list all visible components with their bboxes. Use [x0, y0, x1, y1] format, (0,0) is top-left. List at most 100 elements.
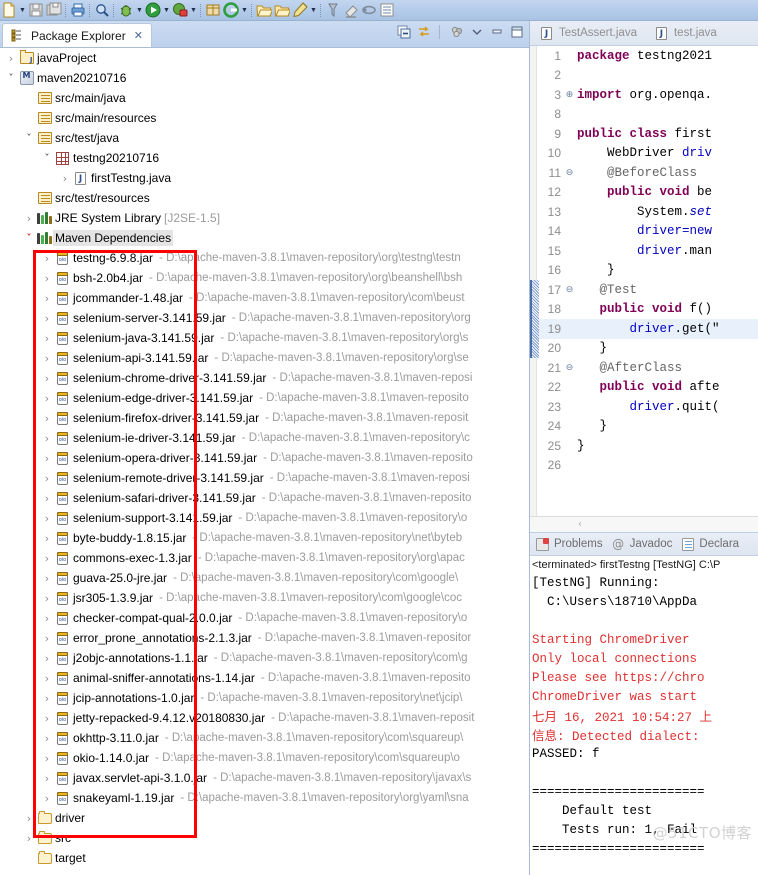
new-file-icon[interactable] [0, 1, 18, 19]
debug-icon[interactable] [117, 1, 135, 19]
console-tab-declara[interactable]: Declara [679, 536, 739, 552]
toolbar-button-run[interactable]: ▼ [144, 0, 171, 21]
chevron-down-icon[interactable]: ˇ [40, 152, 54, 165]
editor-horizontal-scrollbar[interactable]: ‹ [530, 516, 758, 532]
chevron-right-icon[interactable]: › [4, 52, 18, 65]
tree-row[interactable]: ˇ src/test/java [0, 128, 529, 148]
eraser-icon[interactable] [342, 1, 360, 19]
view-menu-icon[interactable] [468, 24, 485, 40]
chevron-right-icon[interactable]: › [40, 312, 54, 325]
chevron-down-icon[interactable]: ▼ [240, 1, 249, 19]
chevron-down-icon[interactable]: ˇ [22, 132, 36, 145]
chevron-down-icon[interactable]: ▼ [162, 1, 171, 19]
scroll-left-icon[interactable]: ‹ [578, 519, 582, 530]
toolbar-button-print[interactable] [69, 0, 87, 21]
tree-row[interactable]: › jetty-repacked-9.4.12.v20180830.jar - D:… [0, 708, 529, 728]
toolbar-button-coverage[interactable]: ▼ [222, 0, 249, 21]
toolbar-button-new-package[interactable] [204, 0, 222, 21]
list-icon[interactable] [378, 1, 396, 19]
chevron-right-icon[interactable]: › [40, 372, 54, 385]
tree-row[interactable]: › javax.servlet-api-3.1.0.jar - D:\apache-… [0, 768, 529, 788]
chevron-down-icon[interactable]: ˇ [4, 72, 18, 85]
save-icon[interactable] [27, 1, 45, 19]
tree-row[interactable]: › selenium-java-3.141.59.jar - D:\apache-m… [0, 328, 529, 348]
chevron-right-icon[interactable]: › [40, 512, 54, 525]
tree-row[interactable]: src/main/resources [0, 108, 529, 128]
toolbar-button-pin[interactable] [324, 0, 342, 21]
fold-toggle-icon[interactable]: ⊖ [564, 285, 575, 295]
toolbar-button-run-external-tools[interactable]: ▼ [171, 0, 198, 21]
chevron-right-icon[interactable]: › [40, 752, 54, 765]
tree-row[interactable]: › checker-compat-qual-2.0.0.jar - D:\apach… [0, 608, 529, 628]
print-icon[interactable] [69, 1, 87, 19]
chevron-right-icon[interactable]: › [40, 552, 54, 565]
tree-row[interactable]: › byte-buddy-1.8.15.jar - D:\apache-maven-… [0, 528, 529, 548]
tree-row[interactable]: › selenium-firefox-driver-3.141.59.jar - D… [0, 408, 529, 428]
chevron-right-icon[interactable]: › [40, 532, 54, 545]
toolbar-button-search[interactable] [93, 0, 111, 21]
tree-row[interactable]: › selenium-edge-driver-3.141.59.jar - D:\a… [0, 388, 529, 408]
chevron-down-icon[interactable]: ▼ [18, 1, 27, 19]
chevron-right-icon[interactable]: › [40, 592, 54, 605]
tree-row[interactable]: › snakeyaml-1.19.jar - D:\apache-maven-3.8… [0, 788, 529, 808]
tree-row[interactable]: › guava-25.0-jre.jar - D:\apache-maven-3.8… [0, 568, 529, 588]
fold-toggle-icon[interactable]: ⊖ [564, 363, 575, 373]
search-icon[interactable] [93, 1, 111, 19]
tree-row[interactable]: ˇ Maven Dependencies [0, 228, 529, 248]
maximize-view-icon[interactable] [508, 24, 525, 40]
tree-row[interactable]: › javaProject [0, 48, 529, 68]
tree-row[interactable]: › selenium-safari-driver-3.141.59.jar - D:… [0, 488, 529, 508]
editor-tab-testassert-java[interactable]: TestAssert.java [534, 22, 647, 44]
save-all-icon[interactable] [45, 1, 63, 19]
chevron-right-icon[interactable]: › [40, 772, 54, 785]
chevron-right-icon[interactable]: › [40, 452, 54, 465]
chevron-right-icon[interactable]: › [40, 392, 54, 405]
tree-row[interactable]: › bsh-2.0b4.jar - D:\apache-maven-3.8.1\ma… [0, 268, 529, 288]
chevron-right-icon[interactable]: › [40, 332, 54, 345]
tree-row[interactable]: target [0, 848, 529, 868]
console-tab-javadoc[interactable]: @ Javadoc [610, 536, 672, 552]
tree-row[interactable]: src/test/resources [0, 188, 529, 208]
tree-row[interactable]: › selenium-opera-driver-3.141.59.jar - D:\… [0, 448, 529, 468]
open-folder-icon[interactable] [255, 1, 273, 19]
toolbar-button-debug[interactable]: ▼ [117, 0, 144, 21]
tree-row[interactable]: › jcip-annotations-1.0.jar - D:\apache-mav… [0, 688, 529, 708]
chevron-right-icon[interactable]: › [58, 172, 72, 185]
tree-row[interactable]: › okio-1.14.0.jar - D:\apache-maven-3.8.1\… [0, 748, 529, 768]
tree-row[interactable]: ˇ testng20210716 [0, 148, 529, 168]
chevron-right-icon[interactable]: › [40, 412, 54, 425]
tree-row[interactable]: › src [0, 828, 529, 848]
chevron-right-icon[interactable]: › [40, 672, 54, 685]
tree-row[interactable]: › okhttp-3.11.0.jar - D:\apache-maven-3.8.… [0, 728, 529, 748]
tree-row[interactable]: › error_prone_annotations-2.1.3.jar - D:\a… [0, 628, 529, 648]
chevron-right-icon[interactable]: › [22, 812, 36, 825]
fold-toggle-icon[interactable]: ⊕ [564, 90, 575, 100]
console-tab-problems[interactable]: Problems [534, 536, 603, 552]
tree-row[interactable]: › selenium-chrome-driver-3.141.59.jar - D:… [0, 368, 529, 388]
toolbar-button-eraser[interactable] [342, 0, 360, 21]
chevron-right-icon[interactable]: › [40, 792, 54, 805]
editor-tab-test-java[interactable]: test.java [649, 22, 727, 44]
chevron-down-icon[interactable]: ▼ [309, 1, 318, 19]
chevron-right-icon[interactable]: › [40, 352, 54, 365]
chevron-right-icon[interactable]: › [40, 732, 54, 745]
pin-icon[interactable] [324, 1, 342, 19]
close-icon[interactable]: ✕ [134, 29, 143, 42]
chevron-right-icon[interactable]: › [40, 692, 54, 705]
run-icon[interactable] [144, 1, 162, 19]
chevron-right-icon[interactable]: › [22, 832, 36, 845]
chevron-right-icon[interactable]: › [40, 472, 54, 485]
link-icon[interactable] [360, 1, 378, 19]
toolbar-button-edit[interactable]: ▼ [291, 0, 318, 21]
chevron-right-icon[interactable]: › [40, 252, 54, 265]
tab-package-explorer[interactable]: Package Explorer ✕ [2, 23, 152, 47]
link-with-editor-icon[interactable] [415, 24, 432, 40]
coverage-icon[interactable] [222, 1, 240, 19]
fold-toggle-icon[interactable]: ⊖ [564, 168, 575, 178]
tree-row[interactable]: src/main/java [0, 88, 529, 108]
chevron-right-icon[interactable]: › [40, 652, 54, 665]
tree-row[interactable]: › j2objc-annotations-1.1.jar - D:\apache-m… [0, 648, 529, 668]
tree-row[interactable]: › selenium-api-3.141.59.jar - D:\apache-ma… [0, 348, 529, 368]
toolbar-button-open-type[interactable] [273, 0, 291, 21]
chevron-down-icon[interactable]: ▼ [135, 1, 144, 19]
